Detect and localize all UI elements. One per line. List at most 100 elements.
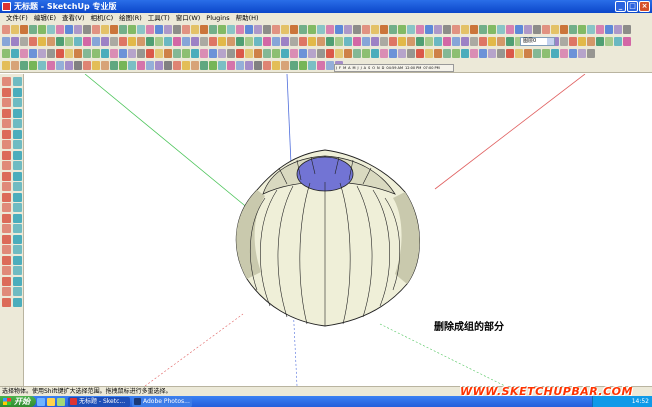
arc-icon[interactable]: [605, 37, 613, 46]
axes-icon[interactable]: [11, 61, 19, 70]
offset-icon[interactable]: [20, 49, 28, 58]
move-icon[interactable]: [236, 37, 244, 46]
arc-icon[interactable]: [317, 61, 325, 70]
scale-icon[interactable]: [209, 49, 217, 58]
section-icon[interactable]: [56, 61, 64, 70]
arc-icon[interactable]: [119, 61, 127, 70]
orbit-icon[interactable]: [263, 49, 271, 58]
circle-icon[interactable]: [245, 25, 253, 34]
rotate-icon[interactable]: [290, 25, 298, 34]
rectangle-icon[interactable]: [587, 37, 595, 46]
circle-icon[interactable]: [110, 61, 118, 70]
paint-icon[interactable]: [2, 203, 11, 212]
circle-icon[interactable]: [398, 37, 406, 46]
scale-icon[interactable]: [407, 49, 415, 58]
orbit-icon[interactable]: [506, 37, 514, 46]
walk-icon[interactable]: [182, 25, 190, 34]
pan-icon[interactable]: [119, 37, 127, 46]
offset-icon[interactable]: [461, 37, 469, 46]
line-icon[interactable]: [92, 61, 100, 70]
protractor-icon[interactable]: [191, 61, 199, 70]
text-icon[interactable]: [13, 266, 22, 275]
axes-icon[interactable]: [2, 276, 11, 286]
drawing-viewport[interactable]: 删除成组的部分: [25, 74, 652, 386]
section-icon[interactable]: [191, 25, 199, 34]
pan-icon[interactable]: [317, 37, 325, 46]
circle-icon[interactable]: [200, 37, 208, 46]
arc-icon[interactable]: [254, 25, 262, 34]
menu-edit[interactable]: 编辑(E): [31, 13, 59, 23]
paint-icon[interactable]: [569, 37, 577, 46]
ie-icon[interactable]: [37, 397, 45, 406]
rectangle-icon[interactable]: [434, 25, 442, 34]
polygon-icon[interactable]: [614, 37, 622, 46]
line-icon[interactable]: [137, 49, 145, 58]
rectangle-icon[interactable]: [101, 61, 109, 70]
arc-icon[interactable]: [56, 25, 64, 34]
rotate-icon[interactable]: [2, 245, 11, 254]
select-icon[interactable]: [2, 25, 10, 34]
scale-icon[interactable]: [497, 25, 505, 34]
scale-icon[interactable]: [13, 129, 22, 139]
text-icon[interactable]: [92, 37, 100, 46]
tape-icon[interactable]: [119, 25, 127, 34]
section-icon[interactable]: [389, 25, 397, 34]
zoom-icon[interactable]: [83, 49, 91, 58]
protractor-icon[interactable]: [2, 150, 11, 160]
move-icon[interactable]: [13, 119, 22, 128]
rectangle-icon[interactable]: [344, 49, 352, 58]
tape-icon[interactable]: [515, 25, 523, 34]
tape-icon[interactable]: [272, 37, 280, 46]
tape-icon[interactable]: [13, 140, 22, 149]
tape-icon[interactable]: [317, 25, 325, 34]
circle-icon[interactable]: [13, 98, 22, 107]
orbit-icon[interactable]: [13, 161, 22, 170]
zoom-icon[interactable]: [479, 49, 487, 58]
arc-icon[interactable]: [560, 49, 568, 58]
arc-icon[interactable]: [11, 37, 19, 46]
orbit-icon[interactable]: [13, 276, 22, 286]
polygon-icon[interactable]: [371, 49, 379, 58]
task-photoshop[interactable]: Adobe Photos...: [132, 396, 192, 407]
rotate-icon[interactable]: [2, 49, 10, 58]
polygon-icon[interactable]: [569, 49, 577, 58]
menu-file[interactable]: 文件(F): [3, 13, 31, 23]
circle-icon[interactable]: [551, 49, 559, 58]
rotate-icon[interactable]: [245, 37, 253, 46]
text-icon[interactable]: [335, 25, 343, 34]
eraser-icon[interactable]: [605, 25, 613, 34]
menu-view[interactable]: 查看(V): [59, 13, 88, 23]
protractor-icon[interactable]: [434, 49, 442, 58]
text-icon[interactable]: [245, 49, 253, 58]
paint-icon[interactable]: [281, 61, 289, 70]
rectangle-icon[interactable]: [191, 37, 199, 46]
axes-icon[interactable]: [2, 161, 11, 170]
walk-icon[interactable]: [380, 25, 388, 34]
line-icon[interactable]: [290, 61, 298, 70]
pan-icon[interactable]: [470, 49, 478, 58]
pushpull-icon[interactable]: [182, 49, 190, 58]
lantern-model[interactable]: [235, 149, 420, 327]
axes-icon[interactable]: [542, 25, 550, 34]
polygon-icon[interactable]: [13, 108, 22, 118]
circle-icon[interactable]: [443, 25, 451, 34]
circle-icon[interactable]: [353, 49, 361, 58]
rectangle-icon[interactable]: [146, 49, 154, 58]
menu-draw[interactable]: 绘图(R): [116, 13, 145, 23]
move-icon[interactable]: [83, 25, 91, 34]
rectangle-icon[interactable]: [299, 61, 307, 70]
offset-icon[interactable]: [218, 49, 226, 58]
protractor-icon[interactable]: [128, 25, 136, 34]
rotate-icon[interactable]: [155, 61, 163, 70]
axes-icon[interactable]: [101, 37, 109, 46]
eraser-icon[interactable]: [317, 49, 325, 58]
pushpull-icon[interactable]: [380, 49, 388, 58]
eraser-icon[interactable]: [560, 37, 568, 46]
pushpull-icon[interactable]: [2, 234, 11, 244]
offset-icon[interactable]: [416, 49, 424, 58]
rectangle-icon[interactable]: [236, 25, 244, 34]
polygon-icon[interactable]: [218, 37, 226, 46]
move-icon[interactable]: [479, 25, 487, 34]
eraser-icon[interactable]: [11, 25, 19, 34]
walk-icon[interactable]: [335, 37, 343, 46]
